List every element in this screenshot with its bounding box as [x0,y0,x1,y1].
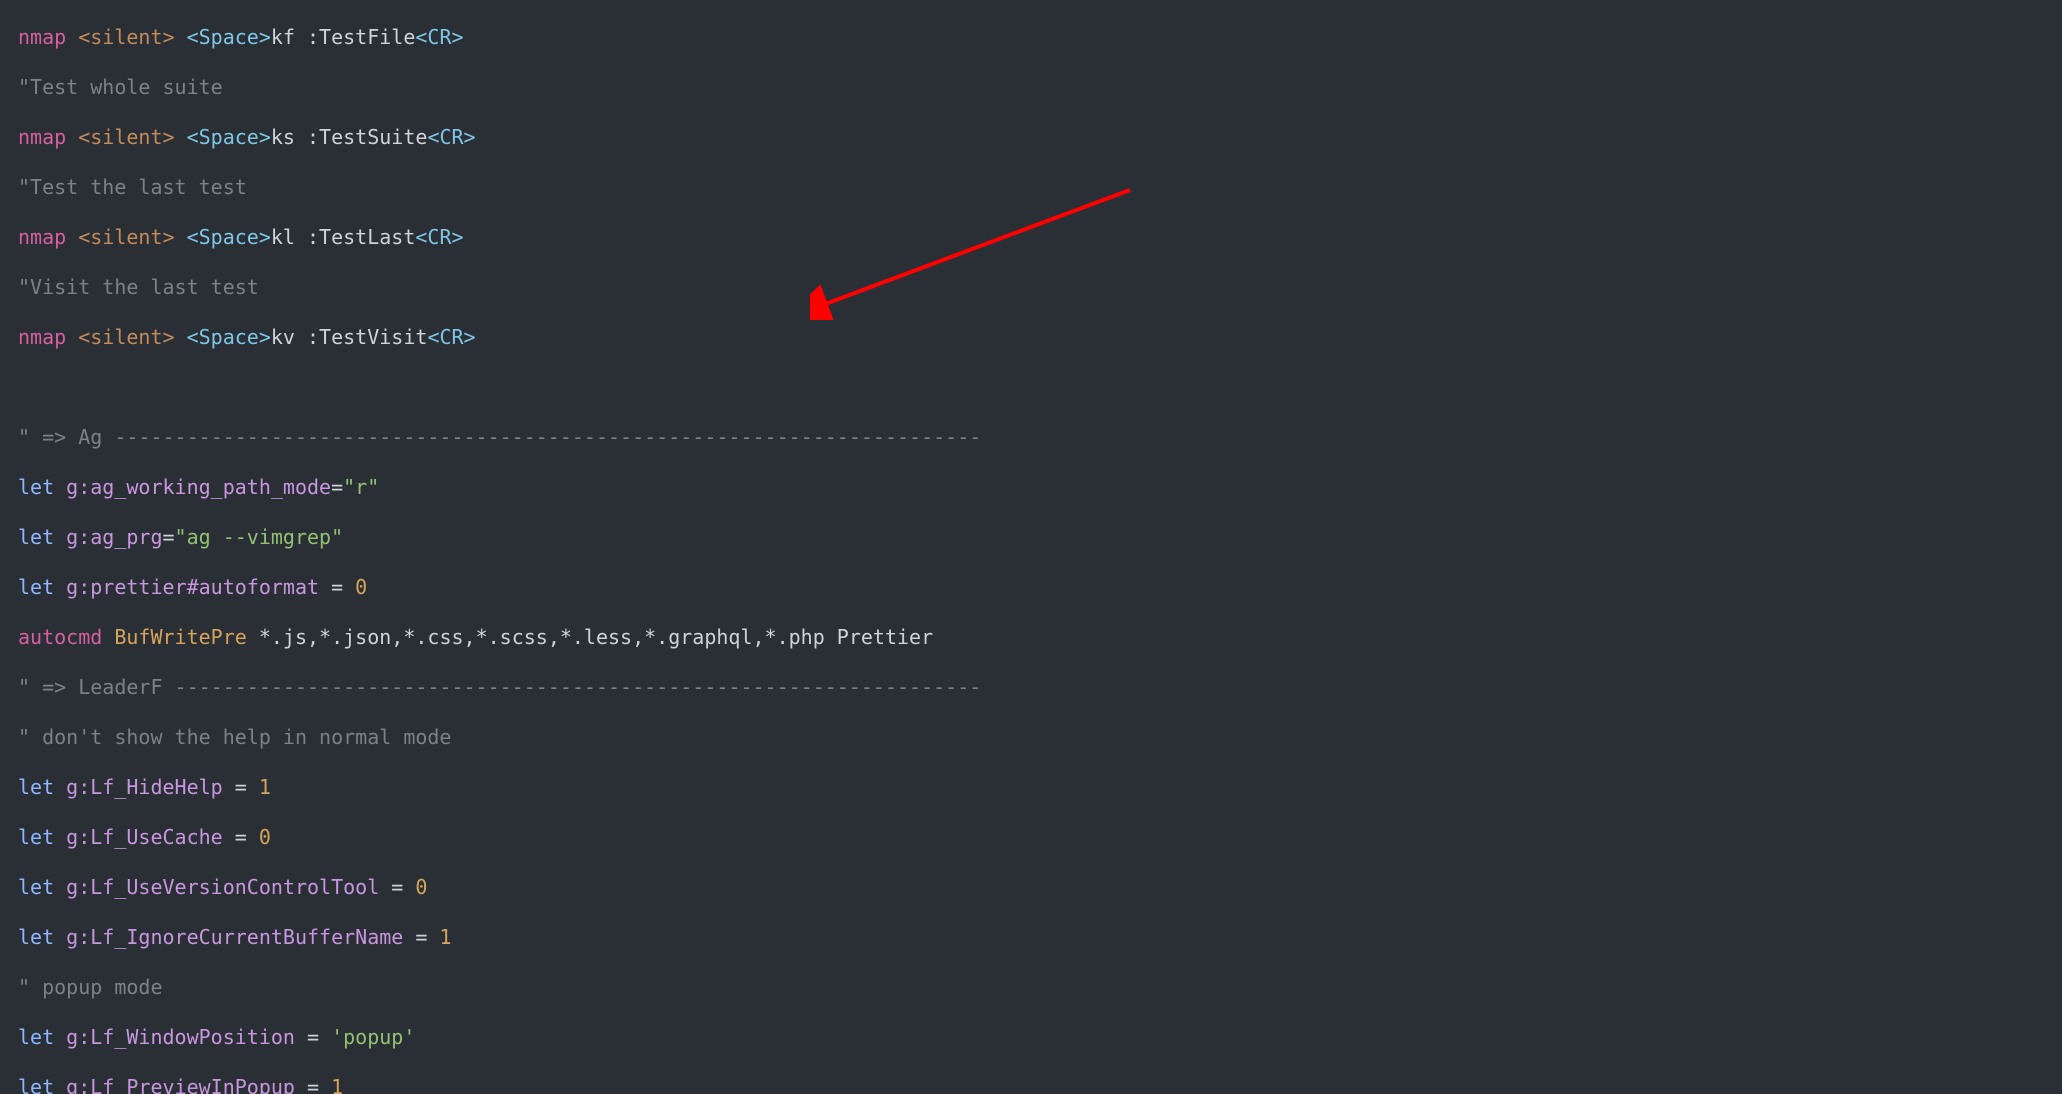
string-literal: "r" [343,475,379,499]
tag-space: <Space> [187,25,271,49]
code-line: nmap <silent> <Space>ks :TestSuite<CR> [18,125,2044,150]
code-line: nmap <silent> <Space>kl :TestLast<CR> [18,225,2044,250]
code-line: let g:prettier#autoformat = 0 [18,575,2044,600]
code-line: let g:Lf_IgnoreCurrentBufferName = 1 [18,925,2044,950]
code-comment: "Test the last test [18,175,2044,200]
section-header-ag: " => Ag --------------------------------… [18,425,2044,450]
variable: g:ag_working_path_mode [66,475,331,499]
code-line: let g:Lf_HideHelp = 1 [18,775,2044,800]
tag-silent: <silent> [78,25,174,49]
blank-line [18,375,2044,400]
code-line: nmap <silent> <Space>kf :TestFile<CR> [18,25,2044,50]
code-editor[interactable]: nmap <silent> <Space>kf :TestFile<CR> "T… [0,0,2062,1094]
code-line: let g:ag_working_path_mode="r" [18,475,2044,500]
keyword-autocmd: autocmd [18,625,114,649]
code-line: let g:ag_prg="ag --vimgrep" [18,525,2044,550]
event-name: BufWritePre [114,625,259,649]
code-line: let g:Lf_WindowPosition = 'popup' [18,1025,2044,1050]
tag-cr: <CR> [415,25,463,49]
code-line: let g:Lf_UseCache = 0 [18,825,2044,850]
code-comment: " don't show the help in normal mode [18,725,2044,750]
code-line: let g:Lf_UseVersionControlTool = 0 [18,875,2044,900]
keyword-let: let [18,475,66,499]
number-literal: 0 [355,575,367,599]
code-line: let g:Lf_PreviewInPopup = 1 [18,1075,2044,1094]
code-comment: "Test whole suite [18,75,2044,100]
code-line: autocmd BufWritePre *.js,*.json,*.css,*.… [18,625,2044,650]
code-line: nmap <silent> <Space>kv :TestVisit<CR> [18,325,2044,350]
section-header-leaderf: " => LeaderF ---------------------------… [18,675,2044,700]
keyword-nmap: nmap [18,25,78,49]
code-comment: "Visit the last test [18,275,2044,300]
code-comment: " popup mode [18,975,2044,1000]
